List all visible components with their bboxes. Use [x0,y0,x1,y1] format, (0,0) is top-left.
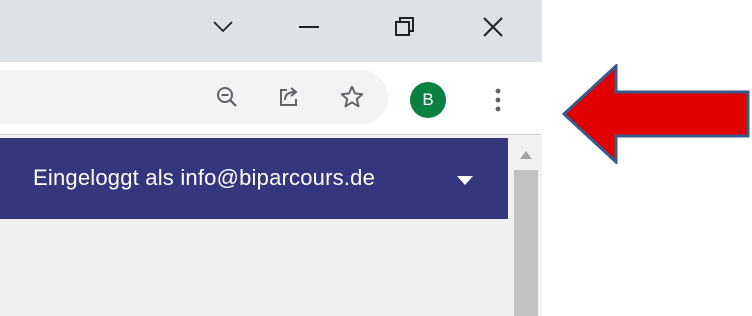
browser-window: B Eingeloggt als info@biparcours.de [0,0,542,316]
close-icon [483,17,503,37]
red-arrow-annotation [562,64,750,164]
scrollbar-thumb[interactable] [514,170,538,316]
restore-icon [395,17,414,36]
close-button[interactable] [450,0,536,54]
address-bar[interactable] [0,70,388,124]
avatar-initial: B [422,90,434,109]
share-button[interactable] [272,80,306,114]
zoom-button[interactable] [210,80,244,114]
zoom-out-icon [217,87,237,107]
logged-in-user-label: Eingeloggt als info@biparcours.de [33,165,376,190]
profile-avatar-button[interactable]: B [410,82,446,118]
minimize-button[interactable] [266,0,352,54]
site-header: Eingeloggt als info@biparcours.de [0,138,508,219]
share-icon [280,87,298,106]
scroll-up-arrow-icon[interactable] [520,151,532,159]
star-icon [340,85,364,108]
tab-search-button[interactable] [180,0,266,54]
chevron-down-icon [213,21,233,33]
bookmark-button[interactable] [335,80,369,114]
restore-button[interactable] [362,0,448,54]
page-viewport: Eingeloggt als info@biparcours.de [0,135,542,316]
browser-toolbar [0,62,542,134]
caret-down-icon[interactable] [457,176,473,185]
vertical-scrollbar[interactable] [510,135,542,316]
title-bar [0,0,542,62]
minimize-icon [299,26,319,28]
browser-menu-button[interactable] [484,82,512,118]
more-vertical-icon [495,88,501,112]
user-menu-trigger[interactable]: Eingeloggt als info@biparcours.de [33,165,375,191]
